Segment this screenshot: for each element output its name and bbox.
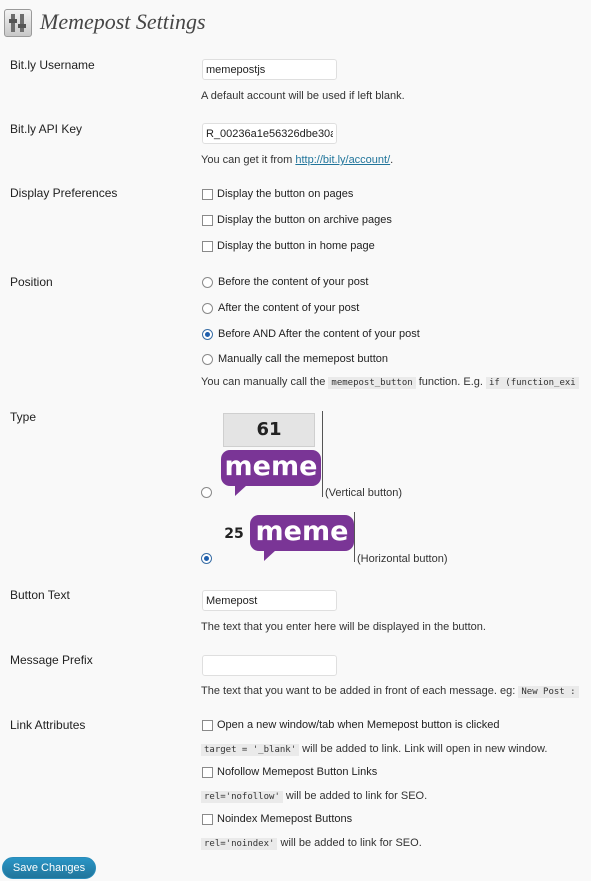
nofollow-code: rel='nofollow' [201,791,283,803]
position-before-label: Before the content of your post [218,276,369,288]
button-text-input[interactable] [202,590,337,611]
position-before-radio[interactable] [202,276,213,288]
display-preferences-label: Display Preferences [10,186,118,200]
position-manual-option[interactable]: Manually call the memepost button [202,353,388,365]
nofollow-checkbox[interactable] [202,766,213,778]
open-new-window-note: target = '_blank' will be added to link.… [201,743,548,756]
display-home-checkbox[interactable] [202,240,213,252]
vertical-button-radio[interactable] [201,487,217,498]
bitly-api-key-input[interactable] [202,123,337,144]
vertical-button-preview: 61 meme [219,411,323,497]
type-label: Type [10,410,37,424]
link-attributes-label: Link Attributes [10,718,86,732]
noindex-checkbox[interactable] [202,813,213,825]
button-text-description: The text that you enter here will be dis… [201,621,486,633]
page-title: Memepost Settings [40,9,206,34]
bitly-username-input[interactable] [202,59,337,80]
target-code: target = '_blank' [201,744,300,756]
message-prefix-description: The text that you want to be added in fr… [201,685,579,698]
nofollow-label: Nofollow Memepost Button Links [217,766,378,778]
description-suffix: . [390,154,394,166]
position-both-label: Before AND After the content of your pos… [218,328,420,340]
position-manual-radio[interactable] [202,353,213,365]
description-text: You can get it from [201,154,296,166]
horizontal-radio-dot [201,553,212,564]
vertical-button-caption: (Vertical button) [325,487,403,499]
message-prefix-text: The text that you want to be added in fr… [201,685,519,697]
note-text: You can manually call the [201,376,329,388]
note-text-middle: function. E.g. [415,376,487,388]
nofollow-note: rel='nofollow' will be added to link for… [201,790,428,803]
display-home-option[interactable]: Display the button in home page [202,240,375,252]
target-note: will be added to link. Link will open in… [299,743,548,755]
display-archive-label: Display the button on archive pages [217,214,392,226]
nofollow-note-text: will be added to link for SEO. [282,790,428,802]
position-label: Position [10,275,53,289]
display-pages-checkbox[interactable] [202,188,213,200]
noindex-label: Noindex Memepost Buttons [217,813,353,825]
open-new-window-option[interactable]: Open a new window/tab when Memepost butt… [202,719,500,731]
position-manual-label: Manually call the memepost button [218,353,388,365]
nofollow-option[interactable]: Nofollow Memepost Button Links [202,766,377,778]
horizontal-button-caption: (Horizontal button) [357,553,448,565]
message-prefix-input[interactable] [202,655,337,676]
noindex-option[interactable]: Noindex Memepost Buttons [202,813,352,825]
position-before-option[interactable]: Before the content of your post [202,276,368,288]
function-code: memepost_button [328,377,416,389]
settings-icon [4,9,32,37]
position-after-option[interactable]: After the content of your post [202,302,359,314]
bitly-username-description: A default account will be used if left b… [201,90,405,102]
open-new-window-checkbox[interactable] [202,719,213,731]
horizontal-button-preview: 25 meme [219,512,355,562]
display-pages-option[interactable]: Display the button on pages [202,188,353,200]
vertical-meme-logo: meme [221,450,321,496]
bitly-account-link[interactable]: http://bit.ly/account/ [295,154,390,166]
noindex-note-text: will be added to link for SEO. [277,837,422,849]
button-text-label: Button Text [10,588,70,602]
horizontal-meme-logo: meme [250,515,354,561]
position-both-option[interactable]: Before AND After the content of your pos… [202,328,420,340]
example-code: if (function_exi [486,377,579,389]
display-archive-checkbox[interactable] [202,214,213,226]
bitly-api-key-label: Bit.ly API Key [10,122,83,136]
save-changes-button[interactable]: Save Changes [2,857,96,879]
noindex-note: rel='noindex' will be added to link for … [201,837,422,850]
noindex-code: rel='noindex' [201,838,278,850]
position-manual-note: You can manually call the memepost_butto… [201,376,579,389]
message-prefix-example: New Post : [518,686,579,698]
open-new-window-label: Open a new window/tab when Memepost butt… [217,719,500,731]
vertical-radio-dot [201,487,212,498]
bitly-username-label: Bit.ly Username [10,58,95,72]
position-after-radio[interactable] [202,302,213,314]
display-archive-option[interactable]: Display the button on archive pages [202,214,392,226]
horizontal-count: 25 [224,526,244,542]
message-prefix-label: Message Prefix [10,653,93,667]
display-home-label: Display the button in home page [217,240,375,252]
vertical-count: 61 [223,413,315,447]
horizontal-button-radio[interactable] [201,553,217,564]
bitly-api-key-description: You can get it from http://bit.ly/accoun… [201,154,393,166]
display-pages-label: Display the button on pages [217,188,354,200]
position-both-radio[interactable] [202,328,213,340]
position-after-label: After the content of your post [218,302,360,314]
